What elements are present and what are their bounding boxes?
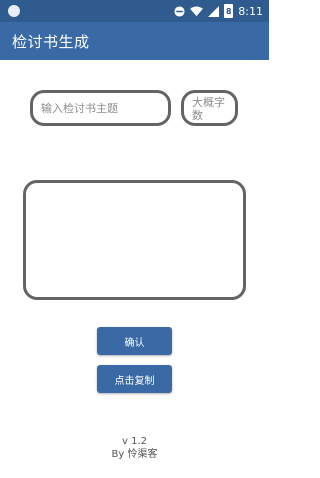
copy-button[interactable]: 点击复制 — [97, 365, 172, 393]
word-count-placeholder: 大概字数 — [192, 96, 225, 122]
app-bar: 检讨书生成 — [0, 22, 269, 60]
notification-icon — [8, 5, 20, 17]
author-text: By 怜渠客 — [111, 449, 158, 460]
topic-input[interactable]: 输入检讨书主题 — [30, 90, 171, 126]
dnd-icon — [174, 5, 185, 17]
confirm-button[interactable]: 确认 — [97, 327, 172, 355]
battery-level: 8 — [226, 6, 232, 16]
page-title: 检讨书生成 — [12, 33, 90, 51]
clock: 8:11 — [238, 4, 263, 18]
status-bar: 8 8:11 — [0, 0, 269, 22]
topic-placeholder: 输入检讨书主题 — [41, 102, 118, 115]
signal-icon — [208, 5, 220, 17]
battery-icon: 8 — [224, 4, 234, 18]
version-text: v 1.2 — [122, 436, 147, 447]
word-count-input[interactable]: 大概字数 — [181, 90, 238, 126]
wifi-icon — [190, 5, 204, 17]
output-textarea[interactable] — [23, 180, 246, 300]
footer: v 1.2 By 怜渠客 — [0, 435, 269, 461]
copy-button-label: 点击复制 — [114, 375, 155, 387]
confirm-button-label: 确认 — [124, 337, 145, 349]
